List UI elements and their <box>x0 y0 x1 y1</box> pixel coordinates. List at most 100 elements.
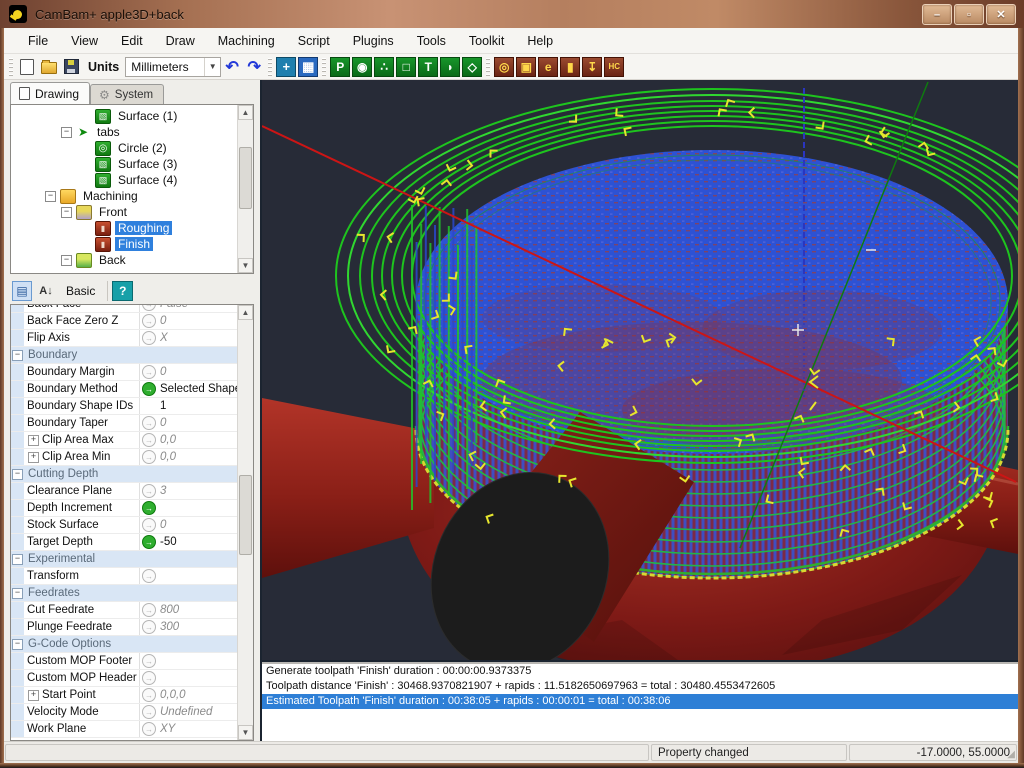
default-arrow-icon[interactable]: → <box>142 484 156 498</box>
log-line[interactable]: Toolpath distance 'Finish' : 30468.93708… <box>262 679 1018 694</box>
engrave-mop-button[interactable]: e <box>538 57 558 77</box>
tab-system[interactable]: ⚙ System <box>90 84 164 104</box>
collapse-icon[interactable]: − <box>12 554 23 565</box>
scroll-thumb[interactable] <box>239 147 252 209</box>
collapse-icon[interactable]: − <box>61 207 72 218</box>
help-button[interactable]: ? <box>112 281 133 301</box>
tab-drawing[interactable]: Drawing <box>10 82 90 104</box>
set-arrow-icon[interactable]: → <box>142 535 156 549</box>
close-button[interactable]: ✕ <box>986 4 1016 25</box>
draw-rectangle-button[interactable]: □ <box>396 57 416 77</box>
default-arrow-icon[interactable]: → <box>142 620 156 634</box>
property-row[interactable]: Back Face→False <box>11 304 239 313</box>
property-grid[interactable]: Back Face→False Back Face Zero Z→0 Flip … <box>10 304 254 741</box>
default-arrow-icon[interactable]: → <box>142 688 156 702</box>
draw-circle-button[interactable]: ◉ <box>352 57 372 77</box>
property-row[interactable]: Back Face Zero Z→0 <box>11 313 239 330</box>
property-row[interactable]: Boundary Shape IDs1 <box>11 398 239 415</box>
property-row[interactable]: +Clip Area Min→0,0 <box>11 449 239 466</box>
default-arrow-icon[interactable]: → <box>142 450 156 464</box>
tree-item-finish[interactable]: ▮Finish <box>11 236 238 252</box>
scroll-up-arrow[interactable]: ▲ <box>238 305 253 320</box>
property-row[interactable]: Flip Axis→X <box>11 330 239 347</box>
menu-view[interactable]: View <box>61 31 108 51</box>
collapse-icon[interactable]: − <box>12 350 23 361</box>
tree-item-surface-1[interactable]: ▧Surface (1) <box>11 108 238 124</box>
draw-arc-button[interactable]: ◗ <box>440 57 460 77</box>
nc-file-button[interactable]: HC <box>604 57 624 77</box>
property-category[interactable]: −Boundary <box>11 347 239 364</box>
drawing-tree[interactable]: ▧Surface (1) − ➤tabs ◎Circle (2) ▧Surfac… <box>10 104 254 274</box>
set-arrow-icon[interactable]: → <box>142 501 156 515</box>
property-row[interactable]: Target Depth→-50 <box>11 534 239 551</box>
menu-tools[interactable]: Tools <box>407 31 456 51</box>
grid-button[interactable]: ▦ <box>298 57 318 77</box>
scroll-thumb[interactable] <box>239 475 252 555</box>
default-arrow-icon[interactable]: → <box>142 705 156 719</box>
default-arrow-icon[interactable]: → <box>142 304 156 311</box>
default-arrow-icon[interactable]: → <box>142 433 156 447</box>
log-panel[interactable]: Generate toolpath 'Finish' duration : 00… <box>262 662 1018 741</box>
menu-machining[interactable]: Machining <box>208 31 285 51</box>
property-row[interactable]: Work Plane→XY <box>11 721 239 738</box>
default-arrow-icon[interactable]: → <box>142 365 156 379</box>
expand-icon[interactable]: + <box>28 690 39 701</box>
default-arrow-icon[interactable]: → <box>142 518 156 532</box>
property-row[interactable]: Boundary Margin→0 <box>11 364 239 381</box>
property-category[interactable]: −Feedrates <box>11 585 239 602</box>
resize-grip-icon[interactable]: ◢ <box>1007 749 1015 760</box>
menu-script[interactable]: Script <box>288 31 340 51</box>
property-row[interactable]: +Start Point→0,0,0 <box>11 687 239 704</box>
collapse-icon[interactable]: − <box>45 191 56 202</box>
undo-button[interactable]: ↶ <box>222 57 242 77</box>
title-bar[interactable]: CamBam+ apple3D+back – ▫ ✕ <box>0 0 1024 28</box>
tree-item-surface-4[interactable]: ▧Surface (4) <box>11 172 238 188</box>
scroll-down-arrow[interactable]: ▼ <box>238 725 253 740</box>
redo-button[interactable]: ↷ <box>244 57 264 77</box>
menu-plugins[interactable]: Plugins <box>343 31 404 51</box>
open-file-button[interactable] <box>39 57 59 77</box>
pocket-mop-button[interactable]: ▣ <box>516 57 536 77</box>
new-file-button[interactable] <box>17 57 37 77</box>
tree-item-surface-3[interactable]: ▧Surface (3) <box>11 156 238 172</box>
default-arrow-icon[interactable]: → <box>142 654 156 668</box>
tree-item-tabs[interactable]: − ➤tabs <box>11 124 238 140</box>
menu-draw[interactable]: Draw <box>156 31 205 51</box>
default-arrow-icon[interactable]: → <box>142 416 156 430</box>
property-row[interactable]: Clearance Plane→3 <box>11 483 239 500</box>
categorized-view-button[interactable]: ▤ <box>12 281 32 301</box>
collapse-icon[interactable]: − <box>61 255 72 266</box>
property-row[interactable]: Transform→ <box>11 568 239 585</box>
expand-icon[interactable]: + <box>28 452 39 463</box>
property-scrollbar[interactable]: ▲ ▼ <box>237 305 253 740</box>
profile-mop-button[interactable]: ◎ <box>494 57 514 77</box>
units-dropdown[interactable]: Millimeters ▼ <box>125 57 221 77</box>
draw-polyline-button[interactable]: P <box>330 57 350 77</box>
default-arrow-icon[interactable]: → <box>142 569 156 583</box>
menu-edit[interactable]: Edit <box>111 31 153 51</box>
draw-surface-button[interactable]: ◇ <box>462 57 482 77</box>
scroll-down-arrow[interactable]: ▼ <box>238 258 253 273</box>
collapse-icon[interactable]: − <box>12 639 23 650</box>
tree-scrollbar[interactable]: ▲ ▼ <box>237 105 253 273</box>
property-row[interactable]: Stock Surface→0 <box>11 517 239 534</box>
property-row[interactable]: Cut Feedrate→800 <box>11 602 239 619</box>
property-row[interactable]: Boundary Method→Selected Shapes <box>11 381 239 398</box>
default-arrow-icon[interactable]: → <box>142 603 156 617</box>
minimize-button[interactable]: – <box>922 4 952 25</box>
menu-toolkit[interactable]: Toolkit <box>459 31 514 51</box>
drill-bit-button[interactable]: ↧ <box>582 57 602 77</box>
default-arrow-icon[interactable]: → <box>142 331 156 345</box>
set-arrow-icon[interactable]: → <box>142 382 156 396</box>
save-file-button[interactable] <box>61 57 81 77</box>
tree-item-front[interactable]: − Front <box>11 204 238 220</box>
collapse-icon[interactable]: − <box>12 588 23 599</box>
default-arrow-icon[interactable]: → <box>142 722 156 736</box>
basic-view-label[interactable]: Basic <box>66 284 95 298</box>
scroll-up-arrow[interactable]: ▲ <box>238 105 253 120</box>
tree-item-circle-2[interactable]: ◎Circle (2) <box>11 140 238 156</box>
maximize-button[interactable]: ▫ <box>954 4 984 25</box>
property-category[interactable]: −Experimental <box>11 551 239 568</box>
tree-item-machining[interactable]: − Machining <box>11 188 238 204</box>
drill-mop-button[interactable]: ▮ <box>560 57 580 77</box>
